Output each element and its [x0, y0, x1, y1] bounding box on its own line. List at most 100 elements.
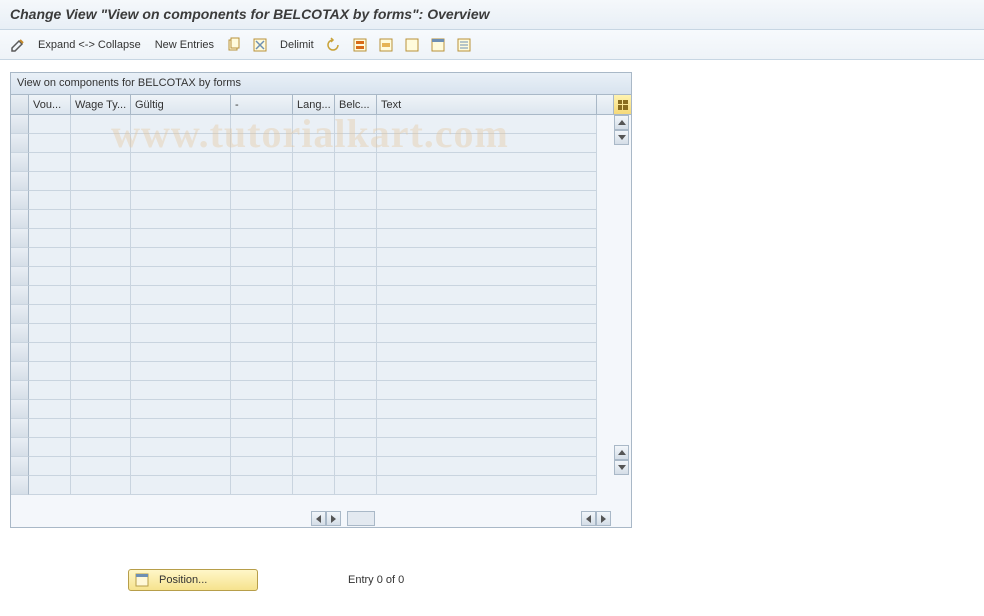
cell[interactable] — [71, 229, 131, 248]
cell[interactable] — [293, 248, 335, 267]
cell[interactable] — [131, 419, 231, 438]
cell[interactable] — [29, 305, 71, 324]
row-selector[interactable] — [11, 476, 29, 495]
cell[interactable] — [131, 210, 231, 229]
cell[interactable] — [293, 362, 335, 381]
row-selector[interactable] — [11, 134, 29, 153]
column-header-to[interactable]: - — [231, 95, 293, 114]
column-header-belc[interactable]: Belc... — [335, 95, 377, 114]
cell[interactable] — [231, 438, 293, 457]
cell[interactable] — [29, 457, 71, 476]
cell[interactable] — [231, 476, 293, 495]
cell[interactable] — [293, 457, 335, 476]
cell[interactable] — [335, 134, 377, 153]
cell[interactable] — [231, 191, 293, 210]
cell[interactable] — [231, 400, 293, 419]
cell[interactable] — [293, 172, 335, 191]
cell[interactable] — [293, 476, 335, 495]
cell[interactable] — [293, 324, 335, 343]
row-selector[interactable] — [11, 191, 29, 210]
cell[interactable] — [377, 438, 597, 457]
column-header-text[interactable]: Text — [377, 95, 597, 114]
row-selector[interactable] — [11, 457, 29, 476]
cell[interactable] — [131, 229, 231, 248]
cell[interactable] — [377, 305, 597, 324]
cell[interactable] — [293, 267, 335, 286]
delimit-button[interactable]: Delimit — [276, 37, 318, 53]
cell[interactable] — [377, 229, 597, 248]
cell[interactable] — [29, 229, 71, 248]
row-selector[interactable] — [11, 286, 29, 305]
cell[interactable] — [335, 324, 377, 343]
cell[interactable] — [293, 343, 335, 362]
row-selector[interactable] — [11, 267, 29, 286]
row-selector[interactable] — [11, 400, 29, 419]
column-header-valid[interactable]: Gültig — [131, 95, 231, 114]
cell[interactable] — [71, 115, 131, 134]
cell[interactable] — [293, 115, 335, 134]
cell[interactable] — [131, 400, 231, 419]
cell[interactable] — [131, 457, 231, 476]
row-selector[interactable] — [11, 381, 29, 400]
cell[interactable] — [231, 381, 293, 400]
cell[interactable] — [71, 172, 131, 191]
deselect-all-icon[interactable] — [402, 35, 422, 55]
cell[interactable] — [231, 267, 293, 286]
scroll-up-button[interactable] — [614, 445, 629, 460]
cell[interactable] — [335, 153, 377, 172]
cell[interactable] — [377, 381, 597, 400]
cell[interactable] — [29, 476, 71, 495]
cell[interactable] — [231, 419, 293, 438]
cell[interactable] — [71, 305, 131, 324]
cell[interactable] — [71, 343, 131, 362]
row-selector[interactable] — [11, 229, 29, 248]
cell[interactable] — [293, 229, 335, 248]
row-selector-header[interactable] — [11, 95, 29, 114]
cell[interactable] — [71, 324, 131, 343]
cell[interactable] — [377, 210, 597, 229]
cell[interactable] — [29, 419, 71, 438]
cell[interactable] — [131, 286, 231, 305]
cell[interactable] — [377, 343, 597, 362]
cell[interactable] — [29, 134, 71, 153]
cell[interactable] — [231, 324, 293, 343]
row-selector[interactable] — [11, 362, 29, 381]
position-button[interactable]: Position... — [128, 569, 258, 591]
cell[interactable] — [131, 153, 231, 172]
change-mode-icon[interactable] — [8, 35, 28, 55]
scroll-left-button[interactable] — [581, 511, 596, 526]
cell[interactable] — [377, 476, 597, 495]
cell[interactable] — [335, 210, 377, 229]
cell[interactable] — [293, 134, 335, 153]
cell[interactable] — [29, 267, 71, 286]
cell[interactable] — [231, 153, 293, 172]
cell[interactable] — [231, 210, 293, 229]
cell[interactable] — [377, 400, 597, 419]
cell[interactable] — [293, 381, 335, 400]
cell[interactable] — [131, 476, 231, 495]
cell[interactable] — [293, 286, 335, 305]
row-selector[interactable] — [11, 248, 29, 267]
column-header-voucher[interactable]: Vou... — [29, 95, 71, 114]
cell[interactable] — [29, 172, 71, 191]
cell[interactable] — [71, 362, 131, 381]
cell[interactable] — [71, 381, 131, 400]
cell[interactable] — [335, 381, 377, 400]
cell[interactable] — [231, 248, 293, 267]
cell[interactable] — [231, 286, 293, 305]
cell[interactable] — [335, 267, 377, 286]
row-selector[interactable] — [11, 438, 29, 457]
cell[interactable] — [335, 343, 377, 362]
cell[interactable] — [293, 210, 335, 229]
cell[interactable] — [29, 115, 71, 134]
column-header-lang[interactable]: Lang... — [293, 95, 335, 114]
cell[interactable] — [335, 191, 377, 210]
cell[interactable] — [335, 229, 377, 248]
cell[interactable] — [377, 267, 597, 286]
cell[interactable] — [335, 248, 377, 267]
cell[interactable] — [131, 267, 231, 286]
cell[interactable] — [131, 134, 231, 153]
cell[interactable] — [231, 229, 293, 248]
cell[interactable] — [377, 134, 597, 153]
cell[interactable] — [29, 381, 71, 400]
